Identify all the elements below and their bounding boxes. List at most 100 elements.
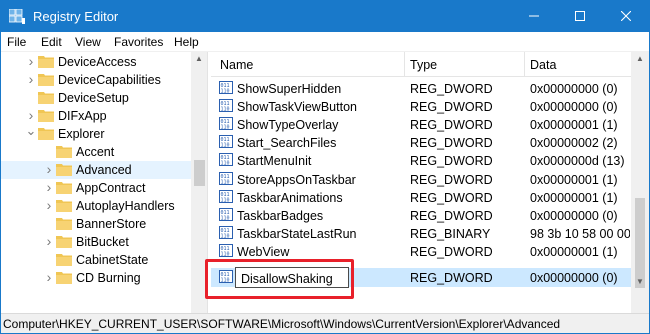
svg-text:110: 110	[221, 216, 230, 222]
reg-dword-icon: 011 110	[219, 135, 235, 150]
scroll-down-arrow-icon[interactable]: ▼	[636, 277, 644, 286]
maximize-button[interactable]	[557, 1, 603, 32]
folder-icon	[56, 200, 72, 212]
chevron-right-icon[interactable]: ›	[25, 53, 37, 71]
table-row[interactable]: 011 110 Start_SearchFiles REG_DWORD 0x000000…	[211, 133, 631, 152]
table-row[interactable]: 011 110 TaskbarAnimations REG_DWORD 0x000000…	[211, 188, 631, 207]
menu-help[interactable]: Help	[174, 35, 199, 49]
title-bar[interactable]: Registry Editor	[1, 1, 649, 32]
svg-text:110: 110	[221, 161, 230, 167]
svg-text:110: 110	[221, 107, 230, 113]
tree-item[interactable]: ⌄ Explorer	[1, 124, 191, 143]
reg-dword-icon: 011 110	[219, 117, 235, 132]
column-header-data[interactable]: Data	[530, 58, 556, 72]
reg-dword-icon: 011 110	[219, 153, 235, 168]
value-type: REG_DWORD	[410, 191, 493, 205]
tree-item[interactable]: › AutoplayHandlers	[1, 197, 191, 215]
value-name: ShowTaskViewButton	[237, 100, 357, 114]
column-header-name[interactable]: Name	[220, 58, 253, 72]
value-type: REG_DWORD	[410, 271, 493, 285]
table-row[interactable]: 011 110 TaskbarBadges REG_DWORD 0x00000000 (…	[211, 206, 631, 225]
column-divider[interactable]	[524, 52, 525, 77]
tree-item[interactable]: › Advanced	[1, 161, 191, 179]
value-type: REG_BINARY	[410, 227, 491, 241]
chevron-right-icon[interactable]: ›	[43, 161, 55, 179]
tree-item[interactable]: CabinetState	[1, 251, 191, 269]
chevron-right-icon[interactable]: ›	[43, 233, 55, 251]
value-type: REG_DWORD	[410, 154, 493, 168]
value-name: ShowSuperHidden	[237, 82, 342, 96]
tree-scroll-thumb[interactable]	[194, 160, 205, 186]
chevron-right-icon[interactable]: ›	[43, 197, 55, 215]
list-scroll-thumb[interactable]	[635, 198, 645, 288]
tree-item[interactable]: DeviceSetup	[1, 89, 191, 107]
value-name: WebView	[237, 245, 290, 259]
value-data: 0x0000000d (13)	[530, 154, 625, 168]
value-name: TaskbarBadges	[237, 209, 324, 223]
reg-dword-icon: 011 110	[219, 99, 235, 114]
folder-icon	[56, 254, 72, 266]
value-type: REG_DWORD	[410, 82, 493, 96]
folder-icon	[38, 92, 54, 104]
reg-dword-icon: 011 110	[219, 81, 235, 96]
tree-item[interactable]: › CD Burning	[1, 269, 191, 287]
chevron-down-icon[interactable]: ⌄	[25, 124, 37, 143]
value-name: TaskbarStateLastRun	[237, 227, 357, 241]
tree-item-label: Explorer	[58, 127, 105, 141]
value-data: 0x00000000 (0)	[530, 82, 618, 96]
svg-text:110: 110	[221, 198, 230, 204]
value-data: 0x00000001 (1)	[530, 118, 618, 132]
tree-item[interactable]: › AppContract	[1, 179, 191, 197]
table-row[interactable]: 011 110 TaskbarStateLastRun REG_BINARY 98 3b…	[211, 224, 631, 243]
value-type: REG_DWORD	[410, 245, 493, 259]
folder-icon	[38, 110, 54, 122]
tree-item-label: DeviceAccess	[58, 55, 137, 69]
list-vertical-scrollbar[interactable]: ▲ ▼	[631, 52, 649, 313]
status-bar: Computer\HKEY_CURRENT_USER\SOFTWARE\Micr…	[1, 313, 649, 333]
registry-editor-icon	[8, 8, 25, 24]
menu-bar: File Edit View Favorites Help	[1, 32, 649, 52]
table-row[interactable]: 011 110 ShowTypeOverlay REG_DWORD 0x00000001…	[211, 115, 631, 134]
tree-item-label: BannerStore	[76, 217, 147, 231]
value-type: REG_DWORD	[410, 136, 493, 150]
svg-text:110: 110	[221, 234, 230, 240]
reg-dword-icon: 011 110	[219, 190, 235, 205]
minimize-button[interactable]	[511, 1, 557, 32]
menu-edit[interactable]: Edit	[41, 35, 62, 49]
chevron-right-icon[interactable]: ›	[43, 269, 55, 287]
chevron-right-icon[interactable]: ›	[43, 179, 55, 197]
value-name: StoreAppsOnTaskbar	[237, 173, 356, 187]
table-row[interactable]: 011 110 StartMenuInit REG_DWORD 0x0000000d (…	[211, 151, 631, 170]
tree-item[interactable]: › DeviceCapabilities	[1, 71, 191, 89]
value-name: StartMenuInit	[237, 154, 312, 168]
key-tree-pane[interactable]: › DeviceAccess › DeviceCapabilities DeviceSe…	[1, 52, 208, 313]
folder-icon	[38, 128, 54, 140]
tree-item-label: CD Burning	[76, 271, 141, 285]
tree-item[interactable]: Accent	[1, 143, 191, 161]
reg-dword-icon: 011 110	[219, 172, 235, 187]
table-row[interactable]: 011 110 StoreAppsOnTaskbar REG_DWORD 0x00000…	[211, 170, 631, 189]
value-name: Start_SearchFiles	[237, 136, 337, 150]
close-button[interactable]	[603, 1, 649, 32]
menu-file[interactable]: File	[7, 35, 26, 49]
column-divider[interactable]	[404, 52, 405, 77]
svg-text:110: 110	[221, 125, 230, 131]
value-data: 98 3b 10 58 00 00 00	[530, 227, 630, 241]
tree-item[interactable]: › DeviceAccess	[1, 53, 191, 71]
highlight-box	[205, 259, 354, 299]
tree-item-label: AutoplayHandlers	[76, 199, 175, 213]
table-row[interactable]: 011 110 ShowTaskViewButton REG_DWORD 0x00000…	[211, 97, 631, 116]
folder-icon	[38, 74, 54, 86]
tree-item[interactable]: BannerStore	[1, 215, 191, 233]
chevron-right-icon[interactable]: ›	[25, 71, 37, 89]
menu-favorites[interactable]: Favorites	[114, 35, 163, 49]
table-row[interactable]: 011 110 ShowSuperHidden REG_DWORD 0x00000000…	[211, 79, 631, 98]
tree-item[interactable]: › BitBucket	[1, 233, 191, 251]
scroll-up-arrow-icon[interactable]: ▲	[636, 54, 644, 63]
menu-view[interactable]: View	[75, 35, 101, 49]
folder-icon	[56, 164, 72, 176]
scroll-up-arrow-icon[interactable]: ▲	[195, 54, 203, 63]
value-data: 0x00000000 (0)	[530, 100, 618, 114]
value-type: REG_DWORD	[410, 118, 493, 132]
column-header-type[interactable]: Type	[410, 58, 437, 72]
